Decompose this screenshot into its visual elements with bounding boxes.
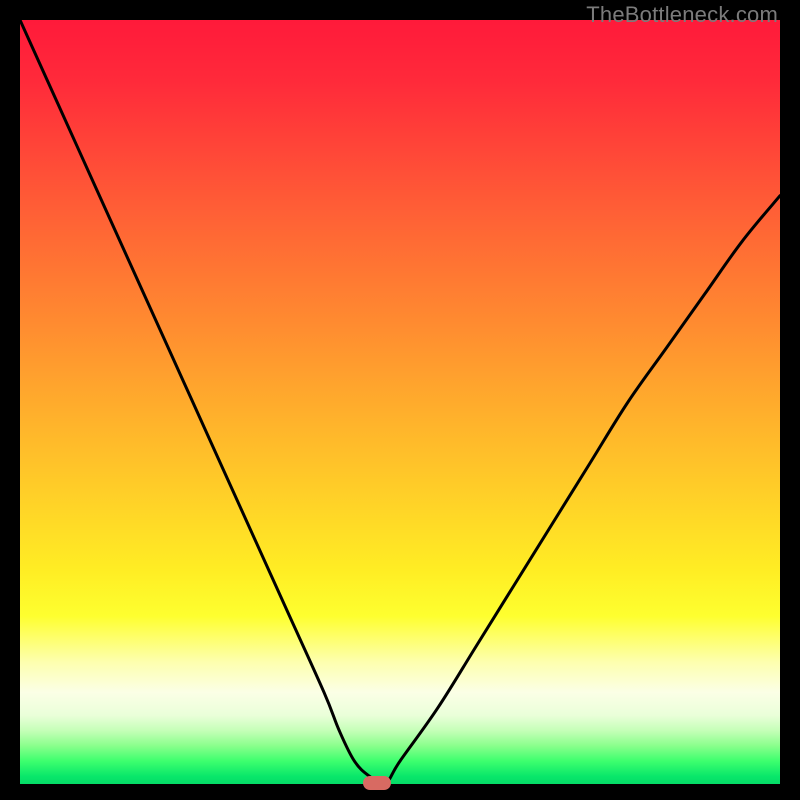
optimal-marker (363, 776, 391, 790)
plot-area (20, 20, 780, 784)
bottleneck-curve (20, 20, 780, 784)
watermark-text: TheBottleneck.com (586, 2, 778, 28)
chart-container: TheBottleneck.com (0, 0, 800, 800)
